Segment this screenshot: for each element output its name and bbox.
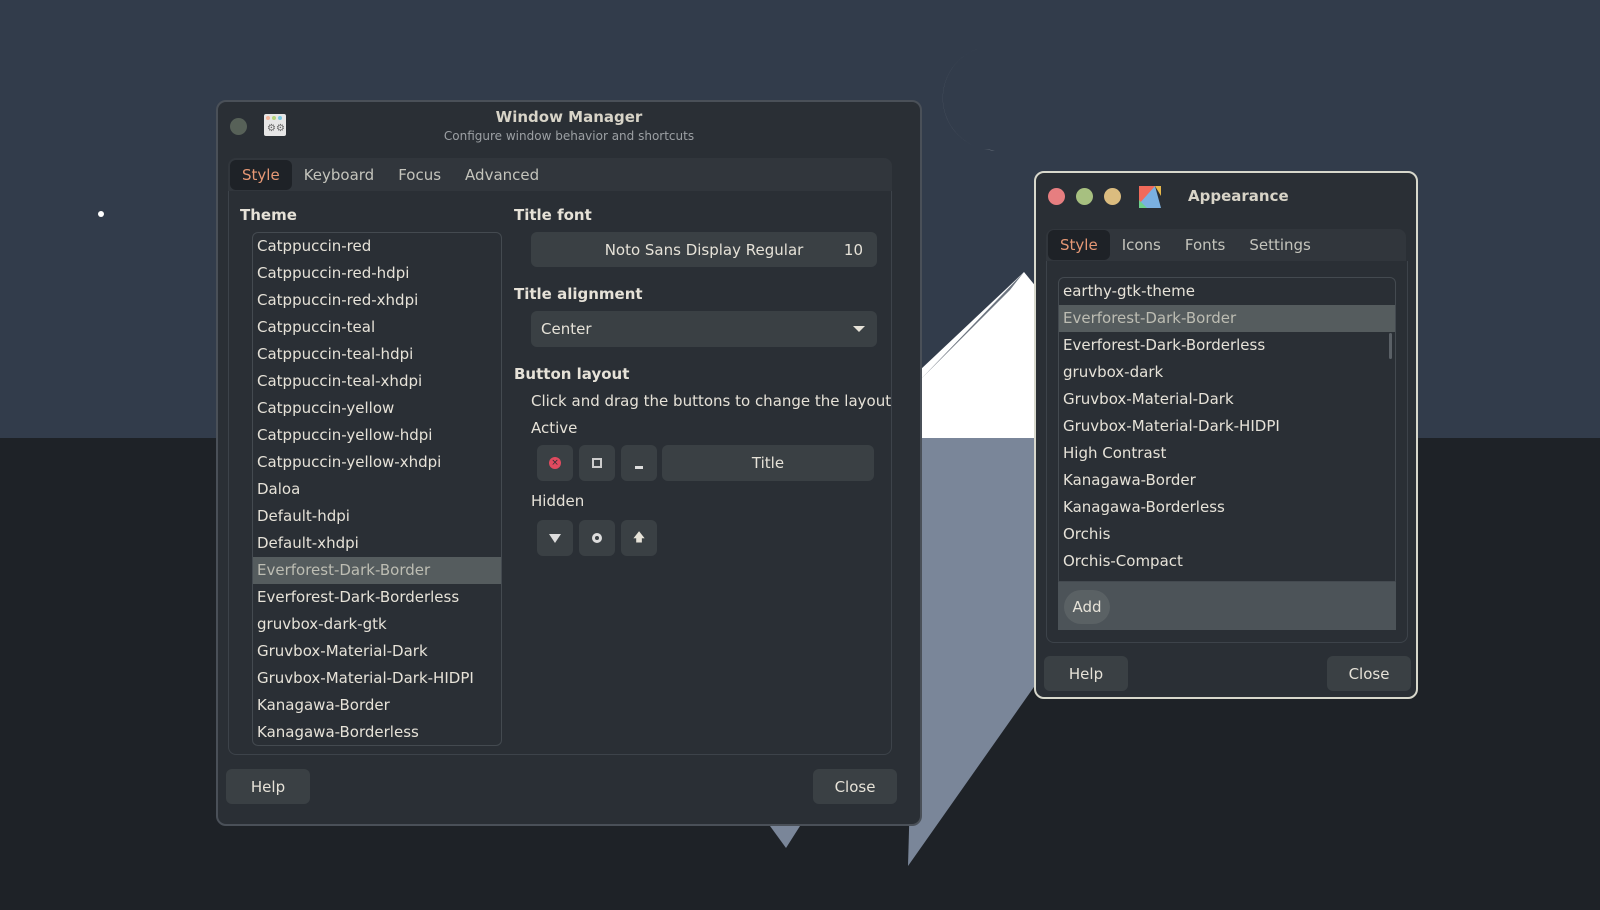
button-layout-hint: Click and drag the buttons to change the… [531, 392, 892, 410]
help-button[interactable]: Help [1044, 656, 1128, 691]
theme-list-item[interactable]: Catppuccin-red-hdpi [253, 260, 501, 287]
maximize-icon [592, 458, 602, 468]
active-label: Active [531, 419, 578, 437]
theme-list-item[interactable]: Daloa [253, 476, 501, 503]
theme-list-item[interactable]: Catppuccin-teal-xhdpi [253, 368, 501, 395]
star [98, 211, 104, 217]
list-toolbar: Add [1058, 582, 1396, 630]
theme-list-item[interactable]: gruvbox-dark-gtk [253, 611, 501, 638]
theme-list-item[interactable]: Catppuccin-teal-hdpi [253, 341, 501, 368]
theme-list-item[interactable]: Default-hdpi [253, 503, 501, 530]
close-button-preview[interactable]: × [537, 445, 573, 481]
theme-list-item[interactable]: Everforest-Dark-Borderless [1059, 332, 1395, 359]
close-button[interactable]: Close [1327, 656, 1411, 691]
theme-list-item[interactable]: Orchis-Compact [1059, 548, 1395, 575]
theme-list-item[interactable]: Gruvbox-Material-Dark-HIDPI [1059, 413, 1395, 440]
theme-list-item[interactable]: Catppuccin-yellow [253, 395, 501, 422]
scrollbar[interactable] [1389, 333, 1392, 359]
tab-fonts[interactable]: Fonts [1173, 230, 1237, 260]
chevron-down-icon [853, 326, 865, 332]
minimize-icon [635, 465, 643, 469]
theme-list-item[interactable]: Gruvbox-Material-Dark [253, 638, 501, 665]
theme-list-item[interactable]: Everforest-Dark-Border [1059, 305, 1395, 332]
window-maximize-button[interactable] [1104, 188, 1121, 205]
theme-list-item[interactable]: Catppuccin-yellow-xhdpi [253, 449, 501, 476]
theme-list-item[interactable]: Catppuccin-red [253, 233, 501, 260]
theme-list-item[interactable]: Kanagawa-Border [253, 692, 501, 719]
theme-list-item[interactable]: Everforest-Dark-Borderless [253, 584, 501, 611]
tab-icons[interactable]: Icons [1110, 230, 1173, 260]
theme-list-item[interactable]: Gruvbox-Material-Dark-HIDPI [253, 665, 501, 692]
theme-list-item[interactable]: Default-xhdpi [253, 530, 501, 557]
appearance-app-icon [1139, 186, 1161, 208]
window-subtitle: Configure window behavior and shortcuts [443, 129, 695, 143]
theme-list-item[interactable]: Kanagawa-Borderless [1059, 494, 1395, 521]
title-font-size: 10 [843, 240, 863, 259]
tab-advanced[interactable]: Advanced [453, 160, 551, 190]
title-alignment-value: Center [541, 320, 592, 338]
theme-list-item[interactable]: Kanagawa-Border [1059, 467, 1395, 494]
window-title: Window Manager [495, 108, 643, 126]
tab-bar: Style Keyboard Focus Advanced [228, 158, 892, 191]
theme-list-item[interactable]: Everforest-Dark-Border [253, 557, 501, 584]
hidden-label: Hidden [531, 492, 585, 510]
button-layout-label: Button layout [514, 365, 630, 383]
title-font-name: Noto Sans Display Regular [604, 240, 804, 259]
theme-label: Theme [240, 206, 297, 224]
maximize-button-preview[interactable] [579, 445, 615, 481]
window-title: Appearance [1188, 187, 1289, 205]
title-font-label: Title font [514, 206, 592, 224]
shade-icon [549, 533, 561, 543]
tab-style[interactable]: Style [230, 159, 292, 190]
minimize-button-preview[interactable] [621, 445, 657, 481]
close-button[interactable]: Close [813, 769, 897, 804]
theme-list-item[interactable]: High Contrast [1059, 440, 1395, 467]
theme-list-item[interactable]: Kanagawa-Borderless [253, 719, 501, 745]
window-minimize-button[interactable] [1076, 188, 1093, 205]
tab-bar: Style Icons Fonts Settings [1046, 229, 1406, 261]
tab-settings[interactable]: Settings [1237, 230, 1323, 260]
tab-style[interactable]: Style [1048, 230, 1110, 260]
stick-icon [592, 533, 602, 543]
theme-list-item[interactable]: Catppuccin-yellow-hdpi [253, 422, 501, 449]
theme-list[interactable]: earthy-gtk-theme Everforest-Dark-Border Ev… [1058, 277, 1396, 582]
help-button[interactable]: Help [226, 769, 310, 804]
stick-button-preview[interactable] [579, 520, 615, 556]
theme-list-item[interactable]: Gruvbox-Material-Dark [1059, 386, 1395, 413]
title-button-preview[interactable]: Title [662, 445, 874, 481]
add-button[interactable]: Add [1064, 590, 1110, 624]
theme-list-item[interactable]: gruvbox-dark [1059, 359, 1395, 386]
title-font-button[interactable]: Noto Sans Display Regular 10 [531, 232, 877, 267]
tab-keyboard[interactable]: Keyboard [292, 160, 387, 190]
theme-list[interactable]: Catppuccin-red Catppuccin-red-hdpi Catppuc… [252, 232, 502, 746]
window-manager-window: ⚙⚙ Window Manager Configure window behav… [216, 100, 922, 826]
above-button-preview[interactable]: 🡅 [621, 520, 657, 556]
title-alignment-label: Title alignment [514, 285, 643, 303]
theme-list-item[interactable]: Orchis [1059, 521, 1395, 548]
moon-icon [942, 48, 1010, 151]
window-close-button[interactable] [1048, 188, 1065, 205]
close-icon: × [549, 457, 561, 469]
theme-list-item[interactable]: Catppuccin-teal [253, 314, 501, 341]
arrow-up-icon: 🡅 [632, 529, 646, 544]
title-alignment-dropdown[interactable]: Center [531, 311, 877, 347]
appearance-window: Appearance Style Icons Fonts Settings ea… [1034, 171, 1418, 699]
tab-focus[interactable]: Focus [386, 160, 453, 190]
theme-list-item[interactable]: Catppuccin-red-xhdpi [253, 287, 501, 314]
theme-list-item[interactable]: earthy-gtk-theme [1059, 278, 1395, 305]
shade-button-preview[interactable] [537, 520, 573, 556]
